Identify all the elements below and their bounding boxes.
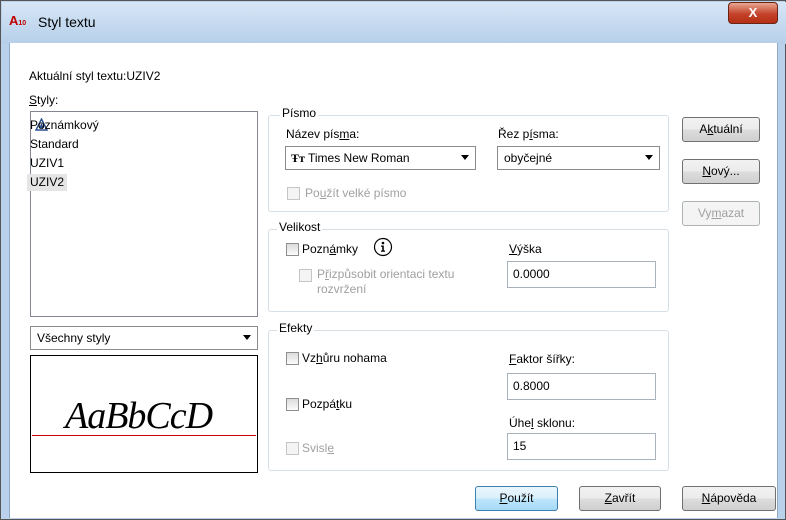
- truetype-icon: Ŧт: [291, 151, 305, 165]
- bigfont-label: Použít velké písmo: [305, 186, 407, 200]
- font-style-value: obyčejné: [504, 151, 553, 165]
- width-factor-input[interactable]: 0.8000: [507, 373, 656, 400]
- preview-text: AaBbCcD: [65, 395, 213, 437]
- font-style-label: Řez písma:: [498, 127, 559, 141]
- match-orientation-label-line1: Přizpůsobit orientaci textu: [317, 267, 455, 281]
- size-group-title: Velikost: [277, 220, 323, 234]
- match-orientation-label-line2: rozvržení: [317, 282, 367, 296]
- vertical-label: Svisle: [302, 441, 335, 455]
- styles-filter-dropdown[interactable]: Všechny styly: [30, 326, 258, 350]
- upside-down-checkbox[interactable]: [286, 352, 299, 365]
- annotative-label: Poznámky: [302, 242, 359, 256]
- window-title: Styl textu: [38, 14, 96, 30]
- effects-group-title: Efekty: [277, 321, 315, 335]
- chevron-down-icon: [645, 155, 653, 160]
- backwards-checkbox[interactable]: [286, 398, 299, 411]
- help-button[interactable]: Nápověda: [682, 486, 776, 511]
- app-icon: A10: [9, 13, 27, 28]
- style-item-uziv1[interactable]: UZIV1: [27, 155, 67, 172]
- height-label: Výška: [509, 242, 542, 256]
- oblique-angle-label: Úhel sklonu:: [509, 416, 576, 430]
- font-name-dropdown[interactable]: Ŧт Times New Roman: [285, 146, 476, 170]
- style-item-poznamkovy[interactable]: Poznámkový: [27, 117, 102, 134]
- vertical-checkbox[interactable]: [286, 442, 299, 455]
- oblique-angle-input[interactable]: 15: [507, 433, 656, 460]
- set-current-button[interactable]: Aktuální: [682, 117, 760, 142]
- close-window-button[interactable]: X: [728, 2, 778, 24]
- current-style-label: Aktuální styl textu:UZIV2: [29, 69, 161, 83]
- info-icon[interactable]: [373, 237, 393, 257]
- font-group-title: Písmo: [280, 106, 319, 120]
- delete-style-button[interactable]: Vymazat: [682, 201, 760, 226]
- close-button[interactable]: Zavřít: [579, 486, 661, 511]
- chevron-down-icon: [461, 155, 469, 160]
- apply-button[interactable]: Použít: [475, 486, 558, 511]
- width-factor-label: Faktor šířky:: [509, 352, 576, 366]
- style-item-uziv2[interactable]: UZIV2: [27, 174, 68, 191]
- font-name-label: Název písma:: [286, 127, 360, 141]
- close-icon: X: [748, 5, 758, 20]
- font-style-dropdown[interactable]: obyčejné: [497, 146, 660, 170]
- new-style-button[interactable]: Nový...: [682, 159, 760, 184]
- styles-filter-value: Všechny styly: [37, 331, 111, 345]
- annotative-checkbox[interactable]: [286, 243, 299, 256]
- bigfont-checkbox[interactable]: [287, 187, 300, 200]
- backwards-label: Pozpátku: [302, 397, 353, 411]
- text-preview: AaBbCcD: [30, 355, 258, 473]
- height-input[interactable]: 0.0000: [507, 261, 656, 288]
- match-orientation-checkbox[interactable]: [299, 269, 312, 282]
- chevron-down-icon: [243, 335, 251, 340]
- current-style-value: UZIV2: [126, 69, 161, 83]
- styles-label: Styly:: [29, 93, 59, 107]
- style-item-standard[interactable]: Standard: [27, 136, 82, 153]
- upside-down-label: Vzhůru nohama: [302, 351, 387, 365]
- font-name-value: Times New Roman: [308, 151, 410, 165]
- title-bar[interactable]: [2, 2, 786, 44]
